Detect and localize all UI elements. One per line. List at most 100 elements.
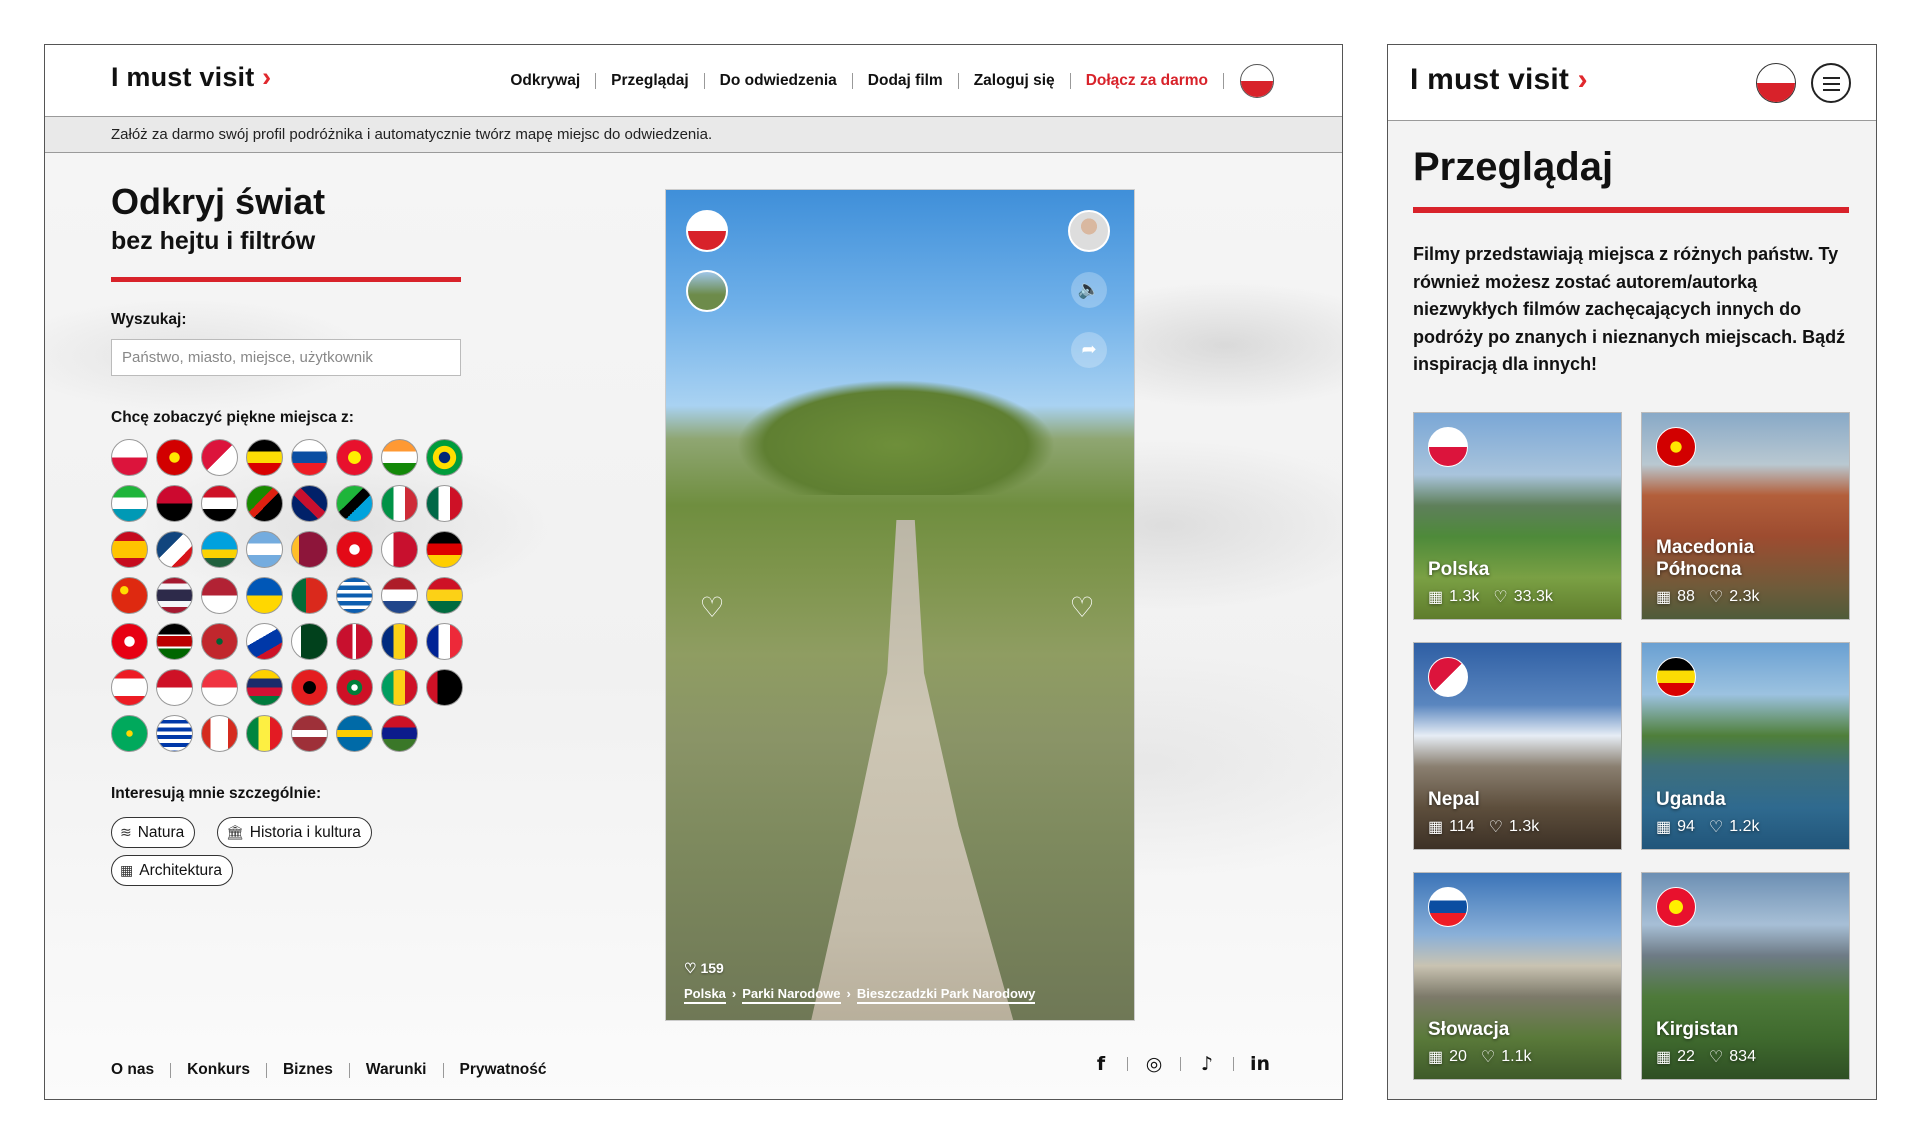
country-flag[interactable] xyxy=(246,531,283,568)
country-flag[interactable] xyxy=(426,577,463,614)
like-heart-icon[interactable]: ♡ xyxy=(1064,590,1100,626)
nav-odkrywaj[interactable]: Odkrywaj xyxy=(495,72,595,90)
country-flag[interactable] xyxy=(291,669,328,706)
country-flag[interactable] xyxy=(201,531,238,568)
volume-icon[interactable]: 🔈 xyxy=(1071,272,1107,308)
country-flag[interactable] xyxy=(336,623,373,660)
facebook-icon[interactable]: f xyxy=(1085,1053,1117,1075)
country-flag[interactable] xyxy=(381,623,418,660)
language-flag-button[interactable] xyxy=(1240,64,1274,98)
country-flag[interactable] xyxy=(201,715,238,752)
country-flag[interactable] xyxy=(381,577,418,614)
not-interested-heart-icon[interactable]: ♡ xyxy=(694,590,730,626)
country-flag[interactable] xyxy=(156,485,193,522)
video-player[interactable]: 🔈 ➦ ♡ ♡ ♡ 159 Polska › Parki Narodowe › Bi… xyxy=(665,189,1135,1021)
interest-chip-historia[interactable]: 🏛 Historia i kultura xyxy=(217,817,372,848)
country-flag[interactable] xyxy=(111,577,148,614)
footer-link-konkurs[interactable]: Konkurs xyxy=(171,1061,266,1079)
linkedin-icon[interactable]: in xyxy=(1244,1053,1276,1075)
country-flag[interactable] xyxy=(381,669,418,706)
country-flag[interactable] xyxy=(291,531,328,568)
country-flag[interactable] xyxy=(246,669,283,706)
country-flag[interactable] xyxy=(381,485,418,522)
country-flag[interactable] xyxy=(291,485,328,522)
country-flag[interactable] xyxy=(426,531,463,568)
footer-link-o-nas[interactable]: O nas xyxy=(111,1061,170,1079)
nav-przegladaj[interactable]: Przeglądaj xyxy=(596,72,704,90)
country-flag[interactable] xyxy=(111,439,148,476)
country-flag[interactable] xyxy=(336,531,373,568)
country-flag[interactable] xyxy=(111,623,148,660)
country-flag[interactable] xyxy=(426,439,463,476)
country-flag[interactable] xyxy=(336,485,373,522)
country-flag[interactable] xyxy=(426,623,463,660)
country-card[interactable]: Nepal ▦ 114 ♡ 1.3k xyxy=(1413,642,1622,850)
nav-do-odwiedzenia[interactable]: Do odwiedzenia xyxy=(705,72,852,90)
country-flag[interactable] xyxy=(201,577,238,614)
breadcrumb-country[interactable]: Polska xyxy=(684,986,726,1004)
country-flag[interactable] xyxy=(246,577,283,614)
nav-dodaj-film[interactable]: Dodaj film xyxy=(853,72,958,90)
country-flag[interactable] xyxy=(111,531,148,568)
country-flag[interactable] xyxy=(426,669,463,706)
country-flag[interactable] xyxy=(336,439,373,476)
country-flag[interactable] xyxy=(201,439,238,476)
country-flag[interactable] xyxy=(156,669,193,706)
author-avatar[interactable] xyxy=(1068,210,1110,252)
country-flag[interactable] xyxy=(291,439,328,476)
share-icon[interactable]: ➦ xyxy=(1071,332,1107,368)
country-card[interactable]: Kirgistan ▦ 22 ♡ 834 xyxy=(1641,872,1850,1080)
country-flag[interactable] xyxy=(336,577,373,614)
country-flag[interactable] xyxy=(201,669,238,706)
country-flag[interactable] xyxy=(381,531,418,568)
nav-dolacz[interactable]: Dołącz za darmo xyxy=(1071,72,1223,90)
breadcrumb-category[interactable]: Parki Narodowe xyxy=(742,986,841,1004)
country-flag[interactable] xyxy=(246,485,283,522)
logo[interactable]: I must visit › xyxy=(111,62,271,93)
country-flag[interactable] xyxy=(291,577,328,614)
country-flag[interactable] xyxy=(156,439,193,476)
country-flag[interactable] xyxy=(381,439,418,476)
country-flag[interactable] xyxy=(156,715,193,752)
language-flag-button[interactable] xyxy=(1756,63,1796,103)
country-flag[interactable] xyxy=(291,715,328,752)
interest-chip-architektura[interactable]: ▦ Architektura xyxy=(111,855,233,886)
breadcrumb-place[interactable]: Bieszczadzki Park Narodowy xyxy=(856,986,1036,1004)
hamburger-menu-icon[interactable] xyxy=(1811,63,1851,103)
country-card[interactable]: Macedonia Północna ▦ 88 ♡ 2.3k xyxy=(1641,412,1850,620)
footer-link-prywatnosc[interactable]: Prywatność xyxy=(444,1061,563,1079)
country-flag[interactable] xyxy=(156,577,193,614)
country-flag[interactable] xyxy=(381,715,418,752)
country-flag[interactable] xyxy=(291,623,328,660)
country-flag[interactable] xyxy=(246,623,283,660)
country-flag[interactable] xyxy=(111,669,148,706)
country-flag[interactable] xyxy=(201,623,238,660)
country-card[interactable]: Uganda ▦ 94 ♡ 1.2k xyxy=(1641,642,1850,850)
country-flag[interactable] xyxy=(111,485,148,522)
country-flag[interactable] xyxy=(246,439,283,476)
footer-links: O nas Konkurs Biznes Warunki Prywatność xyxy=(111,1061,563,1079)
heart-icon: ♡ xyxy=(1493,589,1508,606)
country-flag[interactable] xyxy=(246,715,283,752)
country-card[interactable]: Polska ▦ 1.3k ♡ 33.3k xyxy=(1413,412,1622,620)
country-flag[interactable] xyxy=(111,715,148,752)
footer-link-warunki[interactable]: Warunki xyxy=(350,1061,443,1079)
country-flag[interactable] xyxy=(201,485,238,522)
footer-link-biznes[interactable]: Biznes xyxy=(267,1061,349,1079)
search-input[interactable]: Państwo, miasto, miejsce, użytkownik xyxy=(111,339,461,376)
video-country-flag[interactable] xyxy=(686,210,728,252)
tiktok-icon[interactable]: ♪ xyxy=(1191,1053,1223,1075)
country-flag[interactable] xyxy=(426,485,463,522)
nav-zaloguj[interactable]: Zaloguj się xyxy=(959,72,1070,90)
logo[interactable]: I must visit › xyxy=(1410,63,1588,97)
country-flag[interactable] xyxy=(336,669,373,706)
interest-chip-natura[interactable]: ≋ Natura xyxy=(111,817,196,848)
country-flag[interactable] xyxy=(156,623,193,660)
card-flag xyxy=(1656,657,1696,697)
video-place-avatar[interactable] xyxy=(686,270,728,312)
card-stats: ▦ 88 ♡ 2.3k xyxy=(1656,587,1760,607)
country-card[interactable]: Słowacja ▦ 20 ♡ 1.1k xyxy=(1413,872,1622,1080)
country-flag[interactable] xyxy=(336,715,373,752)
instagram-icon[interactable]: ◎ xyxy=(1138,1053,1170,1075)
country-flag[interactable] xyxy=(156,531,193,568)
